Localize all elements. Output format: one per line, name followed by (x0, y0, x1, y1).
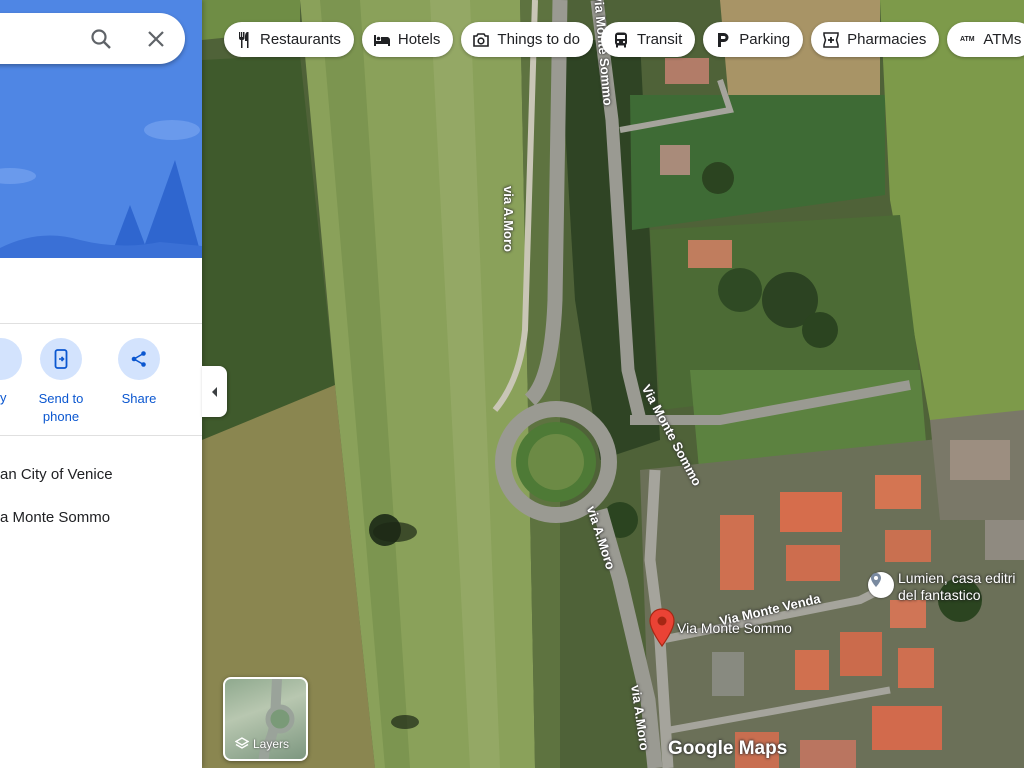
chip-label: Restaurants (260, 31, 341, 48)
pharmacy-icon (821, 30, 841, 50)
search-box[interactable] (0, 13, 185, 64)
chip-parking[interactable]: Parking (703, 22, 804, 57)
action-partial-label: y (0, 390, 7, 405)
action-icon (0, 338, 22, 380)
info-line-city: an City of Venice (0, 466, 113, 483)
info-line-address: a Monte Sommo (0, 509, 111, 526)
fork-knife-icon (234, 30, 254, 50)
layers-label: Layers (253, 737, 290, 751)
divider (0, 435, 202, 436)
chip-label: ATMs (983, 31, 1022, 48)
send-to-phone-button[interactable]: Send to phone (21, 338, 101, 426)
chip-label: Hotels (397, 31, 441, 48)
camera-icon (471, 30, 491, 50)
send-to-phone-label: Send to phone (38, 391, 84, 424)
chevron-left-icon (211, 386, 217, 397)
chip-atms[interactable]: ATM ATMs (947, 22, 1024, 57)
pin-marker-icon (649, 608, 675, 648)
chip-label: Pharmacies (847, 31, 927, 48)
poi-marker[interactable] (868, 572, 894, 598)
search-icon[interactable] (88, 26, 114, 52)
chip-label: Parking (739, 31, 791, 48)
close-icon[interactable] (143, 26, 169, 52)
category-chips: Restaurants Hotels Things to do Transit … (224, 22, 1024, 57)
collapse-panel-button[interactable] (202, 366, 227, 417)
share-button[interactable]: Share (99, 338, 179, 408)
chip-transit[interactable]: Transit (600, 22, 696, 57)
layers-button[interactable]: Layers (223, 677, 308, 761)
share-icon (118, 338, 160, 380)
location-pin[interactable] (648, 608, 676, 648)
chip-label: Transit (636, 31, 683, 48)
bed-icon (372, 30, 392, 50)
share-label: Share (121, 391, 157, 406)
pin-label: Via Monte Sommo (677, 620, 792, 636)
side-panel: y Send to phone Share an City of Venice … (0, 0, 202, 768)
layers-icon (235, 737, 249, 749)
chip-restaurants[interactable]: Restaurants (224, 22, 354, 57)
action-partial[interactable]: y (0, 338, 22, 405)
parking-icon (713, 30, 733, 50)
divider (0, 323, 202, 324)
chip-pharmacies[interactable]: Pharmacies (811, 22, 940, 57)
location-icon (871, 573, 881, 587)
atm-icon: ATM (960, 36, 975, 43)
layers-label-wrap: Layers (235, 737, 289, 751)
chip-things-to-do[interactable]: Things to do (461, 22, 593, 57)
chip-hotels[interactable]: Hotels (361, 22, 454, 57)
google-maps-logo: Google Maps (668, 738, 788, 759)
poi-label-line2: del fantastico (898, 587, 981, 603)
road-label-via-moro-top: via A.Moro (501, 186, 516, 252)
send-to-phone-icon (40, 338, 82, 380)
poi-label-line1: Lumien, casa editri (898, 570, 1016, 586)
chip-label: Things to do (497, 31, 580, 48)
bus-icon (611, 30, 631, 50)
